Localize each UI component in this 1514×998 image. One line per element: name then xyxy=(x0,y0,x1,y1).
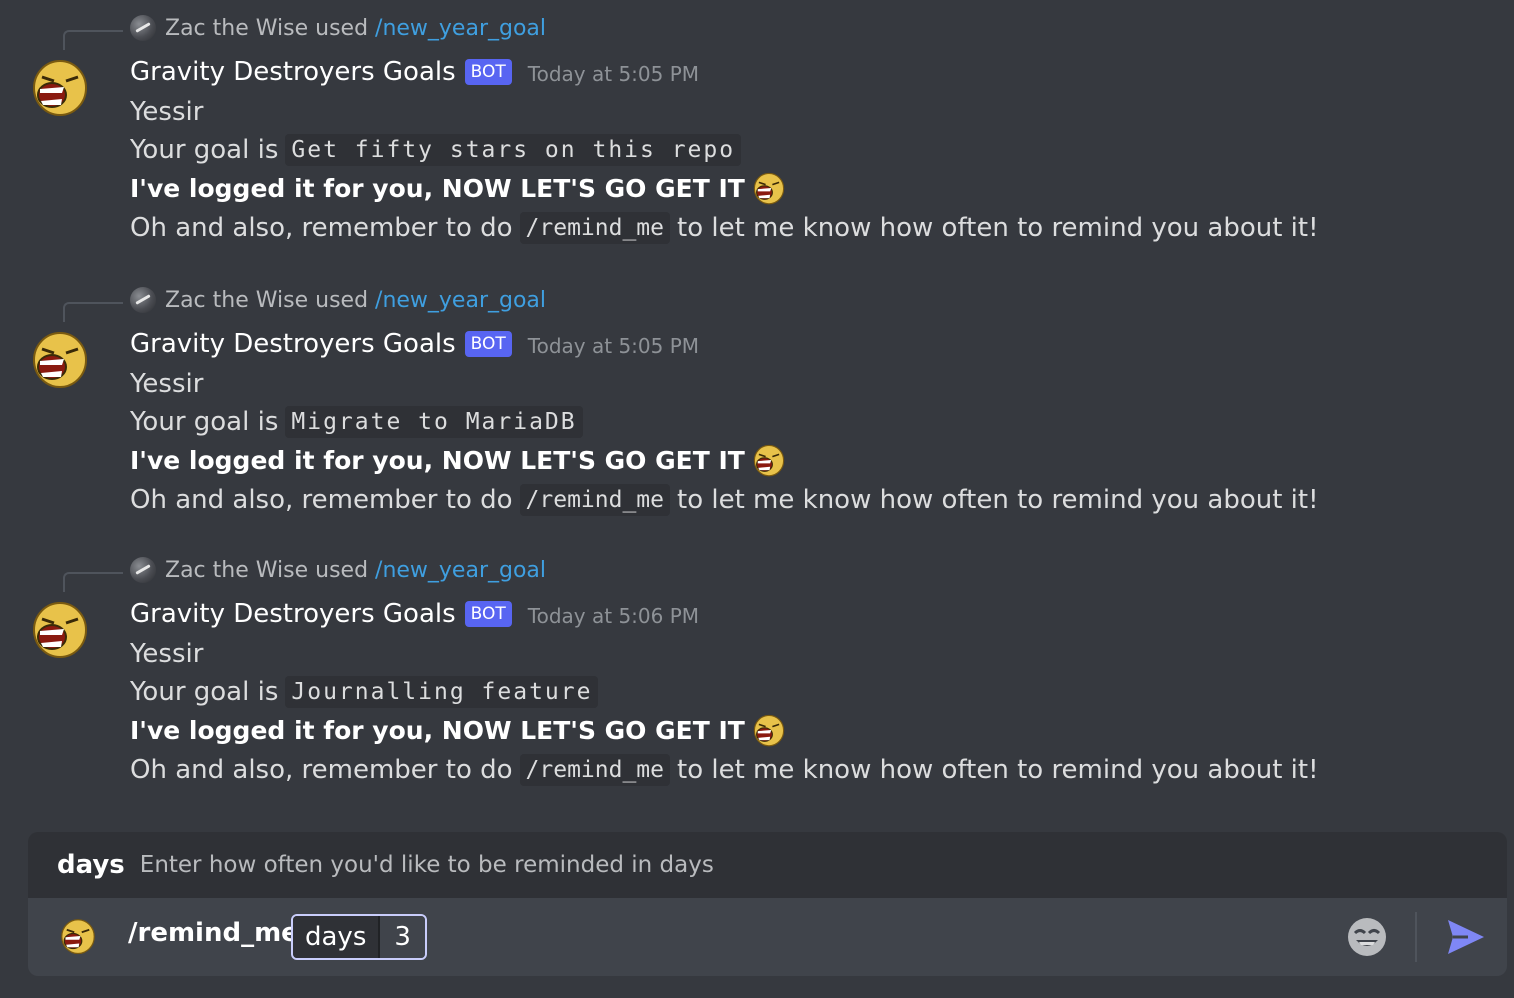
remind-command-code: /remind_me xyxy=(519,754,671,786)
greeting: Yessir xyxy=(130,97,204,127)
goal-line: Your goal is Journalling feature xyxy=(130,673,605,711)
goal-line: Your goal is Migrate to MariaDB xyxy=(130,403,590,441)
reply-user[interactable]: Zac the Wise xyxy=(165,16,308,41)
goal-code: Get fifty stars on this repo xyxy=(285,134,742,166)
reply-user[interactable]: Zac the Wise xyxy=(165,288,308,313)
message-1: Zac the Wise used /new_year_goal Gravity… xyxy=(0,0,1514,260)
goal-code: Journalling feature xyxy=(285,676,599,708)
message-2: Zac the Wise used /new_year_goal Gravity… xyxy=(0,272,1514,532)
bot-avatar[interactable] xyxy=(28,55,92,119)
screaming-face-icon xyxy=(751,712,787,748)
message-composer[interactable]: /remind_me days 3 xyxy=(28,898,1507,976)
greeting: Yessir xyxy=(130,369,204,399)
bot-badge: BOT xyxy=(464,331,512,357)
remind-line: Oh and also, remember to do /remind_me t… xyxy=(130,209,1319,247)
reply-used-text: used xyxy=(315,287,369,313)
reply-connector xyxy=(63,302,123,322)
send-icon[interactable] xyxy=(1446,918,1486,956)
logged-line: I've logged it for you, NOW LET'S GO GET… xyxy=(130,169,787,207)
reply-command[interactable]: /new_year_goal xyxy=(375,16,546,41)
logged-line: I've logged it for you, NOW LET'S GO GET… xyxy=(130,711,787,749)
reply-used-text: used xyxy=(315,15,369,41)
bot-badge: BOT xyxy=(464,601,512,627)
author-name[interactable]: Gravity Destroyers Goals xyxy=(130,57,456,87)
reply-connector xyxy=(63,30,123,50)
bot-avatar[interactable] xyxy=(28,327,92,391)
goal-line: Your goal is Get fifty stars on this rep… xyxy=(130,131,748,169)
composer-divider xyxy=(1415,912,1417,962)
option-hint-name: days xyxy=(57,850,125,880)
galaxy-avatar-icon[interactable] xyxy=(130,287,156,313)
author-name[interactable]: Gravity Destroyers Goals xyxy=(130,329,456,359)
timestamp: Today at 5:05 PM xyxy=(527,334,700,358)
galaxy-avatar-icon[interactable] xyxy=(130,15,156,41)
logged-line: I've logged it for you, NOW LET'S GO GET… xyxy=(130,441,787,479)
author-name[interactable]: Gravity Destroyers Goals xyxy=(130,599,456,629)
logged-text: I've logged it for you, NOW LET'S GO GET… xyxy=(130,715,745,745)
remind-suffix: to let me know how often to remind you a… xyxy=(677,755,1319,785)
timestamp: Today at 5:06 PM xyxy=(527,604,700,628)
message-header: Gravity Destroyers Goals BOT Today at 5:… xyxy=(130,595,699,633)
bot-command-icon xyxy=(58,916,98,956)
reply-used-text: used xyxy=(315,557,369,583)
slash-command-name[interactable]: /remind_me xyxy=(128,918,299,948)
message-3: Zac the Wise used /new_year_goal Gravity… xyxy=(0,542,1514,802)
logged-text: I've logged it for you, NOW LET'S GO GET… xyxy=(130,445,745,475)
greeting: Yessir xyxy=(130,639,204,669)
reply-reference[interactable]: Zac the Wise used /new_year_goal xyxy=(130,285,546,315)
screaming-face-icon xyxy=(751,442,787,478)
message-header: Gravity Destroyers Goals BOT Today at 5:… xyxy=(130,325,699,363)
remind-line: Oh and also, remember to do /remind_me t… xyxy=(130,751,1319,789)
goal-prefix: Your goal is xyxy=(130,135,279,165)
reply-reference[interactable]: Zac the Wise used /new_year_goal xyxy=(130,13,546,43)
remind-command-code: /remind_me xyxy=(519,212,671,244)
message-header: Gravity Destroyers Goals BOT Today at 5:… xyxy=(130,53,699,91)
remind-prefix: Oh and also, remember to do xyxy=(130,485,513,515)
remind-prefix: Oh and also, remember to do xyxy=(130,755,513,785)
galaxy-avatar-icon[interactable] xyxy=(130,557,156,583)
goal-prefix: Your goal is xyxy=(130,677,279,707)
goal-prefix: Your goal is xyxy=(130,407,279,437)
remind-prefix: Oh and also, remember to do xyxy=(130,213,513,243)
logged-text: I've logged it for you, NOW LET'S GO GET… xyxy=(130,173,745,203)
timestamp: Today at 5:05 PM xyxy=(527,62,700,86)
reply-command[interactable]: /new_year_goal xyxy=(375,288,546,313)
reply-user[interactable]: Zac the Wise xyxy=(165,558,308,583)
remind-command-code: /remind_me xyxy=(519,484,671,516)
screaming-face-icon xyxy=(751,170,787,206)
remind-suffix: to let me know how often to remind you a… xyxy=(677,485,1319,515)
remind-line: Oh and also, remember to do /remind_me t… xyxy=(130,481,1319,519)
emoji-icon[interactable] xyxy=(1346,916,1388,958)
option-value-input[interactable]: 3 xyxy=(378,916,425,958)
bot-badge: BOT xyxy=(464,59,512,85)
command-option-chip[interactable]: days 3 xyxy=(291,914,427,960)
option-name: days xyxy=(293,916,379,958)
option-hint: days Enter how often you'd like to be re… xyxy=(28,832,1507,898)
reply-connector xyxy=(63,572,123,592)
option-hint-description: Enter how often you'd like to be reminde… xyxy=(139,852,714,878)
goal-code: Migrate to MariaDB xyxy=(285,406,583,438)
reply-command[interactable]: /new_year_goal xyxy=(375,558,546,583)
reply-reference[interactable]: Zac the Wise used /new_year_goal xyxy=(130,555,546,585)
bot-avatar[interactable] xyxy=(28,597,92,661)
remind-suffix: to let me know how often to remind you a… xyxy=(677,213,1319,243)
